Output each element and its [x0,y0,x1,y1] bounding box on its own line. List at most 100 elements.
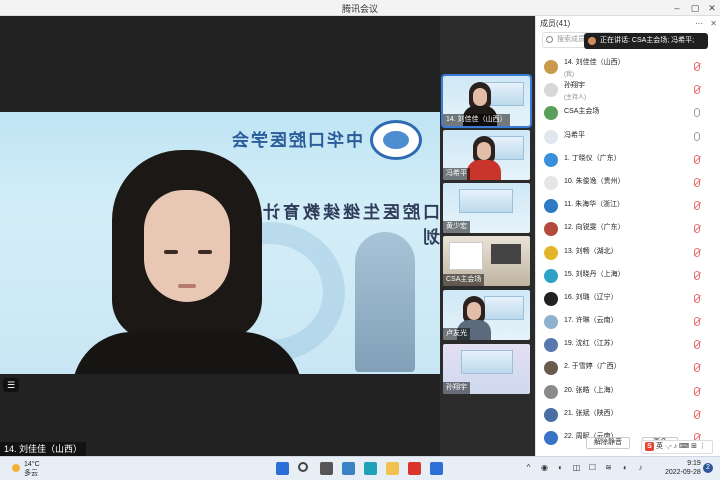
mic-muted-icon[interactable] [694,201,700,211]
thumbnail-video[interactable]: 孙翔宇 [443,344,530,394]
unmute-all-button[interactable]: 解除静音 [586,437,630,449]
mic-muted-icon[interactable] [694,317,700,327]
ime-toolbar[interactable]: S 英 ·,◦ ♪ ⌨ ⊞ ⋮ [641,440,713,454]
sogou-logo-icon: S [645,441,654,451]
participant-avatar [544,407,558,422]
tray-icon[interactable]: ≋ [604,463,613,472]
close-panel-icon[interactable]: ✕ [710,16,717,32]
mic-muted-icon[interactable] [694,270,700,280]
participant-name: 13. 刘畅（湖北） [564,247,618,255]
thumbnail-video[interactable]: 黄少宏 [443,183,530,233]
mic-muted-icon[interactable] [694,363,700,373]
start-icon[interactable] [276,462,289,475]
participant-row[interactable]: 11. 朱海华（浙江） [536,195,720,218]
tray-icon[interactable]: ◫ [572,463,581,472]
mic-muted-icon[interactable] [694,224,700,234]
participant-name: 17. 许琳（云南） [564,317,618,325]
tray-icon[interactable]: ◐ [556,463,565,472]
mic-muted-icon[interactable] [694,293,700,303]
banner-title: 中华口腔医学会 [230,131,363,151]
participant-name: 冯希平 [564,131,585,139]
participant-row[interactable]: 14. 刘佳佳（山西） (我) [536,56,720,79]
tray-icon[interactable]: ☐ [588,463,597,472]
mic-muted-icon[interactable] [694,386,700,396]
tray-icon[interactable]: ♪ [636,463,645,472]
participant-row[interactable]: 冯希平 [536,126,720,149]
participant-row[interactable]: 20. 张皓（上海） [536,381,720,404]
clock[interactable]: 9:19 2022-09-28 [665,459,701,477]
thumbnail-video[interactable]: 14. 刘佳佳（山西） [441,74,532,128]
participant-row[interactable]: 21. 张斌（陕西） [536,404,720,427]
participant-row[interactable]: 13. 刘畅（湖北） [536,242,720,265]
thumbnail-video[interactable]: 卢友光 [443,290,530,340]
search-icon[interactable] [298,462,308,472]
participant-row[interactable]: 16. 刘璐（辽宁） [536,288,720,311]
tencent-meeting-icon[interactable] [430,462,443,475]
society-logo-icon [370,120,422,160]
participant-row[interactable]: CSA主会场 [536,102,720,125]
mic-icon[interactable] [694,108,700,118]
participant-avatar [544,199,558,214]
speaker-video-person [72,150,302,374]
participant-name: 16. 刘璐（辽宁） [564,293,618,301]
main-video-name-label: 14. 刘佳佳（山西） [0,442,87,456]
participant-row[interactable]: 12. 向锐雯（广东） [536,218,720,241]
folder-icon[interactable] [386,462,399,475]
close-window-button[interactable]: ✕ [703,1,720,15]
layout-menu-icon[interactable]: ☰ [3,378,19,392]
mic-muted-icon[interactable] [694,85,700,95]
mic-muted-icon[interactable] [694,154,700,164]
participant-row[interactable]: 10. 朱俊逸（贵州） [536,172,720,195]
weather-widget[interactable]: 14°C 多云 [12,460,40,478]
participant-row[interactable]: 15. 刘晓丹（上海） [536,265,720,288]
participant-name: 15. 刘晓丹（上海） [564,270,625,278]
mic-muted-icon[interactable] [694,247,700,257]
tray-icon[interactable]: ^ [524,463,533,472]
participant-row[interactable]: 2. 于雪婷（广西） [536,357,720,380]
clock-date: 2022-09-28 [665,469,701,476]
thumbnail-label: 孙翔宇 [443,382,470,394]
window-title: 腾讯会议 [341,4,378,14]
tray-icon[interactable]: ◉ [540,463,549,472]
notification-badge[interactable]: 2 [703,463,713,473]
participant-row[interactable]: 19. 沈红（江苏） [536,334,720,357]
participant-name: 1. 丁晓仪（广东） [564,154,621,162]
participant-avatar [544,222,558,237]
participant-name: 12. 向锐雯（广东） [564,224,625,232]
thumbnail-video[interactable]: 冯希平 [443,130,530,180]
mic-icon[interactable] [694,131,700,141]
maximize-button[interactable]: ▢ [686,1,704,15]
participant-avatar [544,83,558,98]
speaker-avatar [588,37,596,45]
participant-avatar [544,315,558,330]
main-video[interactable]: 中华口腔医学会 口腔医生继续教育计划 [0,112,440,374]
wps-icon[interactable] [408,462,421,475]
participant-row[interactable]: 17. 许琳（云南） [536,311,720,334]
statue-image [355,232,415,372]
mail-icon[interactable] [342,462,355,475]
participant-role: (主持人) [564,95,586,102]
participant-row[interactable]: 1. 丁晓仪（广东） [536,149,720,172]
participant-avatar [544,338,558,353]
title-bar: 腾讯会议 – ▢ ✕ [0,0,720,16]
thumbnail-video[interactable]: CSA主会场 [443,236,530,286]
participant-row[interactable]: 孙翔宇 (主持人) [536,79,720,102]
thumbnail-label: 冯希平 [443,168,470,180]
search-icon [546,36,553,43]
thumbnail-label: 14. 刘佳佳（山西） [443,114,510,126]
ime-status: 英 ·,◦ ♪ ⌨ ⊞ ⋮ [655,443,706,450]
mic-muted-icon[interactable] [694,340,700,350]
participant-avatar [544,106,558,121]
mic-muted-icon[interactable] [694,177,700,187]
tray-icon[interactable]: ◖ [620,463,629,472]
task-view-icon[interactable] [320,462,333,475]
participant-role: (我) [564,72,574,78]
participants-panel: 成员(41) ⋯ ✕ 搜索成员 正在讲话: CSA主会场; 冯希平; 14. 刘… [535,16,720,456]
mic-muted-icon[interactable] [694,62,700,71]
minimize-button[interactable]: – [668,1,686,15]
panel-header: 成员(41) ⋯ ✕ [536,16,720,32]
participant-avatar [544,384,558,399]
mic-muted-icon[interactable] [694,409,700,419]
more-options-icon[interactable]: ⋯ [695,16,703,32]
edge-icon[interactable] [364,462,377,475]
